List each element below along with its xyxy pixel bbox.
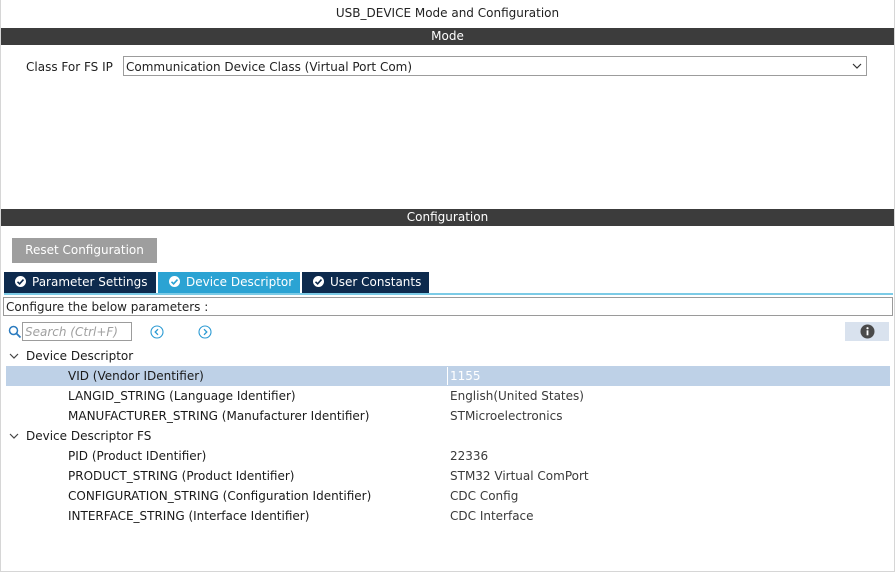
param-row-manufacturer[interactable]: MANUFACTURER_STRING (Manufacturer Identi… xyxy=(6,406,890,426)
search-icon[interactable] xyxy=(8,325,22,339)
param-value[interactable]: 1155 xyxy=(450,369,481,383)
value-separator xyxy=(447,367,448,385)
hint-text: Configure the below parameters : xyxy=(6,300,209,314)
group-label: Device Descriptor xyxy=(26,349,134,363)
chevron-down-icon[interactable] xyxy=(9,351,19,361)
tree-group-device-descriptor-fs[interactable]: Device Descriptor FS xyxy=(6,426,890,446)
param-value[interactable]: STMicroelectronics xyxy=(450,409,562,423)
info-icon xyxy=(860,324,875,339)
group-label: Device Descriptor FS xyxy=(26,429,152,443)
param-row-interface-string[interactable]: INTERFACE_STRING (Interface Identifier) … xyxy=(6,506,890,526)
param-name: PRODUCT_STRING (Product Identifier) xyxy=(68,469,295,483)
param-value[interactable]: English(United States) xyxy=(450,389,584,403)
param-name: MANUFACTURER_STRING (Manufacturer Identi… xyxy=(68,409,370,423)
reset-configuration-button[interactable]: Reset Configuration xyxy=(12,238,157,263)
param-row-configuration-string[interactable]: CONFIGURATION_STRING (Configuration Iden… xyxy=(6,486,890,506)
tab-label: Device Descriptor xyxy=(186,275,294,289)
tab-user-constants[interactable]: User Constants xyxy=(302,272,429,293)
param-name: CONFIGURATION_STRING (Configuration Iden… xyxy=(68,489,372,503)
search-input[interactable] xyxy=(22,322,132,341)
param-value[interactable]: CDC Config xyxy=(450,489,518,503)
hint-box: Configure the below parameters : xyxy=(3,297,893,316)
configuration-header-label: Configuration xyxy=(406,210,489,224)
check-circle-icon xyxy=(15,276,26,287)
tab-parameter-settings[interactable]: Parameter Settings xyxy=(4,272,156,293)
mode-header-label: Mode xyxy=(431,29,464,43)
tab-device-descriptor[interactable]: Device Descriptor xyxy=(158,272,300,293)
mode-header: Mode xyxy=(1,28,894,45)
param-value[interactable]: CDC Interface xyxy=(450,509,534,523)
tab-label: Parameter Settings xyxy=(32,275,148,289)
param-row-product-string[interactable]: PRODUCT_STRING (Product Identifier) STM3… xyxy=(6,466,890,486)
previous-icon[interactable] xyxy=(150,325,164,339)
param-value[interactable]: 22336 xyxy=(450,449,488,463)
param-name: VID (Vendor IDentifier) xyxy=(68,369,204,383)
info-button[interactable] xyxy=(845,322,889,341)
check-circle-icon xyxy=(169,276,180,287)
class-for-fs-ip-label: Class For FS IP xyxy=(26,60,113,74)
param-name: LANGID_STRING (Language Identifier) xyxy=(68,389,296,403)
class-for-fs-ip-select[interactable]: Communication Device Class (Virtual Port… xyxy=(123,56,867,76)
check-circle-icon xyxy=(313,276,324,287)
next-icon[interactable] xyxy=(198,325,212,339)
tree-group-device-descriptor[interactable]: Device Descriptor xyxy=(6,346,890,366)
param-row-pid[interactable]: PID (Product IDentifier) 22336 xyxy=(6,446,890,466)
window-title: USB_DEVICE Mode and Configuration xyxy=(335,6,560,20)
tab-label: User Constants xyxy=(330,275,422,289)
param-row-langid[interactable]: LANGID_STRING (Language Identifier) Engl… xyxy=(6,386,890,406)
configuration-header: Configuration xyxy=(1,209,894,226)
param-row-vid[interactable]: VID (Vendor IDentifier) 1155 xyxy=(6,366,890,386)
chevron-down-icon[interactable] xyxy=(9,431,19,441)
param-name: PID (Product IDentifier) xyxy=(68,449,207,463)
param-value[interactable]: STM32 Virtual ComPort xyxy=(450,469,589,483)
tab-underline xyxy=(4,293,893,295)
chevron-down-icon xyxy=(852,63,862,69)
param-name: INTERFACE_STRING (Interface Identifier) xyxy=(68,509,310,523)
class-select-value: Communication Device Class (Virtual Port… xyxy=(126,60,413,74)
